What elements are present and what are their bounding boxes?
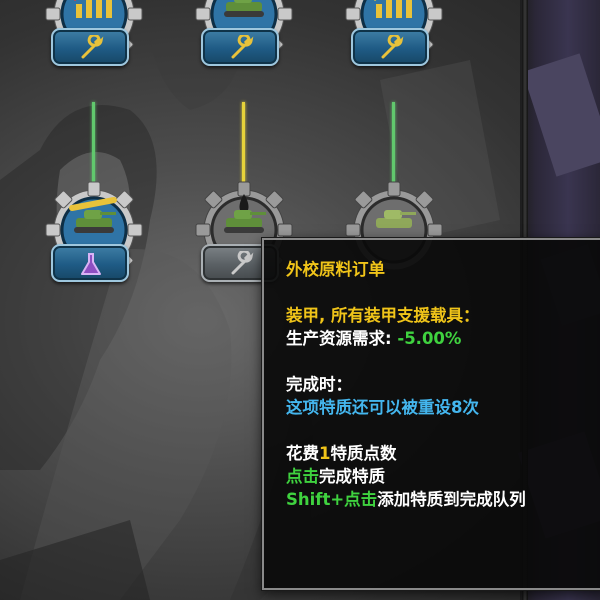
reset-text: 这项特质还可以被重设8次 <box>286 398 479 417</box>
effect-value: -5.00% <box>397 329 462 348</box>
trait-slot[interactable] <box>201 28 279 66</box>
wrench-icon <box>227 251 255 277</box>
connector-line <box>242 102 245 184</box>
effect-header: 装甲, 所有装甲支援载具： <box>286 306 480 325</box>
trait-slot[interactable] <box>51 244 129 282</box>
trait-node-tank-wrench[interactable] <box>44 180 144 290</box>
click-row: 点击完成特质 <box>286 465 600 488</box>
cost-suffix: 特质点数 <box>330 444 397 463</box>
trait-slot[interactable] <box>51 28 129 66</box>
flask-icon <box>77 251 105 277</box>
cost-row: 花费1特质点数 <box>286 442 600 465</box>
trait-node-chart-1[interactable] <box>44 0 144 74</box>
click-action: 完成特质 <box>319 467 385 486</box>
connector-line <box>392 102 395 184</box>
tank-gear-icon <box>216 0 272 22</box>
complete-label: 完成时： <box>286 375 352 394</box>
cost-prefix: 花费 <box>286 444 319 463</box>
click-hint: 点击 <box>286 467 319 486</box>
effect-row: 生产资源需求: -5.00% <box>286 327 600 350</box>
trait-node-tank-gear[interactable] <box>194 0 294 74</box>
chart-up-icon <box>366 0 422 22</box>
shift-hint: Shift+点击 <box>286 490 378 509</box>
wrench-icon <box>77 35 105 61</box>
chart-up-icon <box>66 0 122 22</box>
effect-label: 生产资源需求: <box>286 329 398 348</box>
shift-row: Shift+点击添加特质到完成队列 <box>286 488 600 511</box>
tank-icon <box>366 194 422 238</box>
shift-action: 添加特质到完成队列 <box>377 490 526 509</box>
wrench-icon <box>227 35 255 61</box>
trait-slot[interactable] <box>351 28 429 66</box>
cost-value: 1 <box>319 444 331 463</box>
connector-line <box>92 102 95 184</box>
tank-drop-icon <box>216 194 272 238</box>
trait-node-chart-2[interactable] <box>344 0 444 74</box>
tooltip-title: 外校原料订单 <box>286 260 385 279</box>
wrench-icon <box>377 35 405 61</box>
trait-tooltip: 外校原料订单 装甲, 所有装甲支援载具： 生产资源需求: -5.00% 完成时：… <box>262 238 600 590</box>
tank-wrench-icon <box>66 194 122 238</box>
